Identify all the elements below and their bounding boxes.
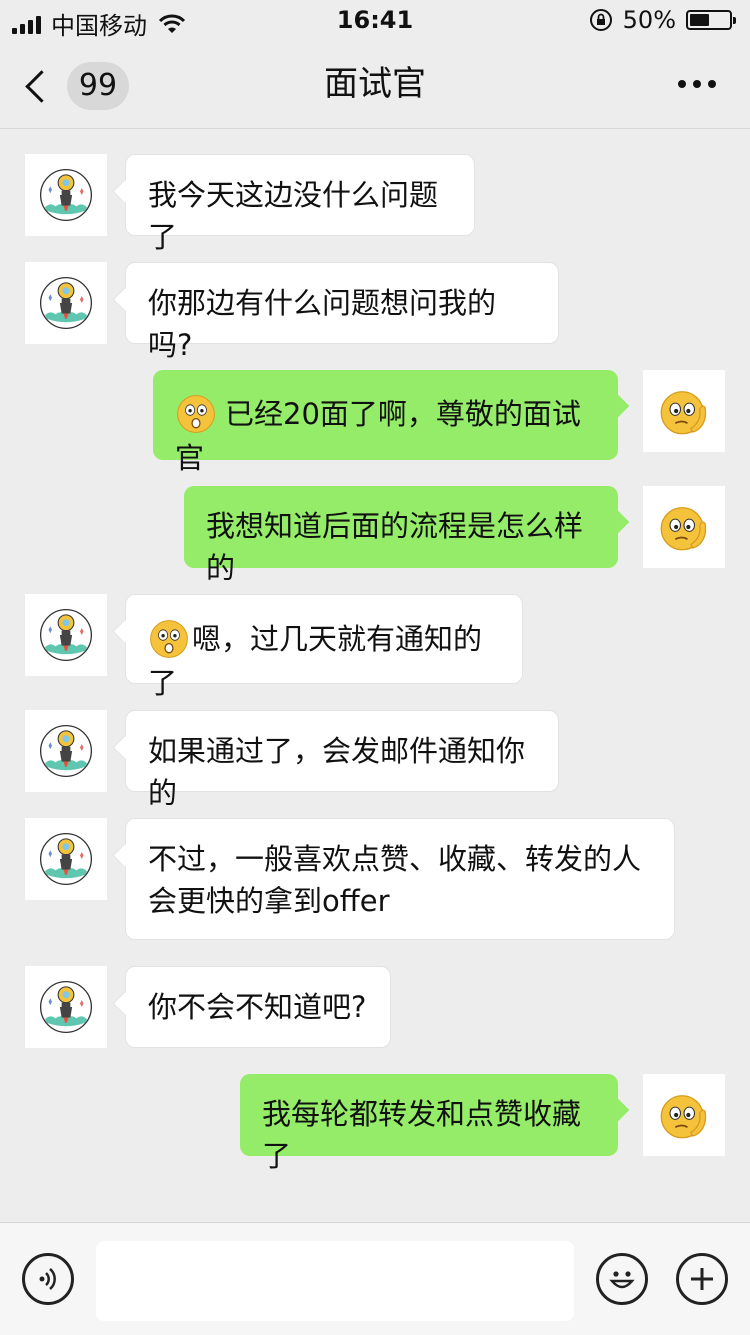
- message-bubble[interactable]: 如果通过了，会发邮件通知你的: [125, 710, 559, 810]
- message-bubble[interactable]: 已经20面了啊，尊敬的面试官: [153, 370, 618, 475]
- chat-title: 面试官: [324, 64, 426, 104]
- battery-percent: 50%: [622, 6, 676, 34]
- contact-avatar[interactable]: [25, 154, 107, 236]
- status-bar: 中国移动 16:41 50%: [0, 0, 750, 40]
- voice-icon: [39, 1268, 56, 1290]
- contact-avatar[interactable]: [25, 818, 107, 900]
- shocked-face-icon: [148, 618, 190, 660]
- contact-avatar[interactable]: [25, 966, 107, 1048]
- message-bubble[interactable]: 我每轮都转发和点赞收藏了: [240, 1074, 618, 1173]
- add-button[interactable]: [676, 1253, 728, 1305]
- contact-avatar[interactable]: [25, 262, 107, 344]
- plus-icon: [691, 1268, 713, 1290]
- message-bubble[interactable]: 你不会不知道吧?: [125, 966, 391, 1048]
- emoji-icon: [609, 1271, 635, 1289]
- message-bubble[interactable]: 我今天这边没什么问题了: [125, 154, 475, 254]
- input-bar: [0, 1222, 750, 1335]
- my-avatar[interactable]: [643, 370, 725, 452]
- contact-avatar[interactable]: [25, 710, 107, 792]
- navigation-bar: 99 面试官: [0, 40, 750, 129]
- message-bubble[interactable]: 不过，一般喜欢点赞、收藏、转发的人会更快的拿到offer: [125, 818, 675, 940]
- contact-avatar[interactable]: [25, 594, 107, 676]
- voice-button[interactable]: [22, 1253, 74, 1305]
- my-avatar[interactable]: [643, 1074, 725, 1156]
- rotation-lock-icon: [589, 9, 612, 31]
- message-bubble[interactable]: 我想知道后面的流程是怎么样的: [184, 486, 618, 585]
- message-bubble[interactable]: 你那边有什么问题想问我的吗?: [125, 262, 559, 362]
- message-bubble[interactable]: 嗯，过几天就有通知的了: [125, 594, 523, 700]
- battery-icon: [686, 10, 736, 30]
- shocked-face-icon: [175, 393, 217, 435]
- message-input[interactable]: [96, 1241, 574, 1321]
- emoji-button[interactable]: [596, 1253, 648, 1305]
- my-avatar[interactable]: [643, 486, 725, 568]
- more-options-icon[interactable]: [678, 80, 716, 88]
